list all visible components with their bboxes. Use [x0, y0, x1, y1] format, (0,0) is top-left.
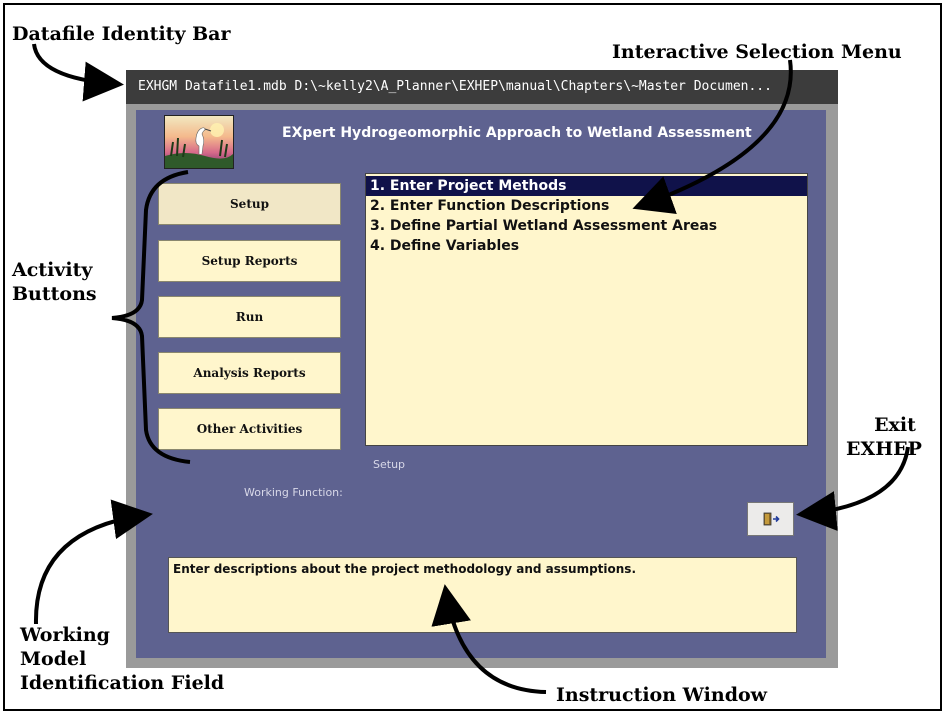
callout-interactive-selection-menu: Interactive Selection Menu: [612, 41, 902, 63]
callout-instruction-window: Instruction Window: [556, 684, 768, 706]
callout-exit-line2: EXHEP: [846, 438, 922, 460]
exit-exhep-button[interactable]: [747, 502, 794, 536]
callout-activity-buttons: Activity Buttons: [12, 258, 97, 306]
interactive-selection-menu[interactable]: 1. Enter Project Methods 2. Enter Functi…: [365, 173, 808, 446]
callout-activity-line2: Buttons: [12, 283, 97, 305]
heron-icon: [165, 123, 233, 168]
setup-reports-button[interactable]: Setup Reports: [158, 240, 341, 282]
callout-exit-line1: Exit: [874, 414, 916, 436]
analysis-reports-button[interactable]: Analysis Reports: [158, 352, 341, 394]
callout-activity-line1: Activity: [12, 259, 93, 281]
setup-button[interactable]: Setup: [158, 183, 341, 225]
other-activities-button[interactable]: Other Activities: [158, 408, 341, 450]
app-title: EXpert Hydrogeomorphic Approach to Wetla…: [282, 125, 752, 141]
callout-exit-exhep: Exit EXHEP: [846, 413, 922, 461]
instruction-window: Enter descriptions about the project met…: [168, 557, 797, 633]
menu-item-define-variables[interactable]: 4. Define Variables: [366, 236, 807, 256]
callout-working-model-line3: Identification Field: [20, 672, 225, 694]
menu-item-enter-function-descriptions[interactable]: 2. Enter Function Descriptions: [366, 196, 807, 216]
exit-door-icon: [763, 512, 780, 526]
datafile-identity-bar: EXHGM Datafile1.mdb D:\~kelly2\A_Planner…: [126, 70, 838, 104]
current-activity-label: Setup: [373, 458, 406, 471]
run-button[interactable]: Run: [158, 296, 341, 338]
datafile-identity-text: EXHGM Datafile1.mdb D:\~kelly2\A_Planner…: [138, 79, 772, 94]
working-function-label: Working Function:: [244, 486, 343, 499]
menu-item-define-partial-wetland-assessment-areas[interactable]: 3. Define Partial Wetland Assessment Are…: [366, 216, 807, 236]
heron-wetland-logo: [164, 115, 234, 169]
callout-datafile-identity-bar: Datafile Identity Bar: [12, 23, 231, 45]
menu-item-enter-project-methods[interactable]: 1. Enter Project Methods: [366, 176, 807, 196]
